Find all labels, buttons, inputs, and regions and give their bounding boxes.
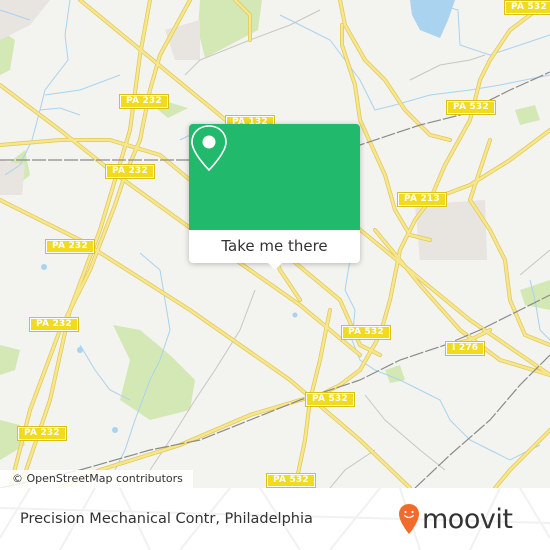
route-shield: PA 532 bbox=[341, 325, 391, 340]
route-shield: PA 232 bbox=[29, 317, 79, 332]
map-attribution[interactable]: © OpenStreetMap contributors bbox=[0, 470, 193, 488]
route-shield: PA 532 bbox=[446, 100, 496, 115]
route-shield: PA 232 bbox=[119, 94, 169, 109]
map-canvas[interactable]: PA 532 PA 232 PA 132 PA 532 PA 232 PA 21… bbox=[0, 0, 550, 488]
footer-bar: Precision Mechanical Contr, Philadelphia… bbox=[0, 488, 550, 550]
route-shield: PA 232 bbox=[105, 164, 155, 179]
map-pin-icon bbox=[191, 125, 227, 172]
place-name: Precision Mechanical Contr, Philadelphia bbox=[20, 511, 313, 527]
route-shield: PA 532 bbox=[266, 473, 316, 488]
route-shield: PA 232 bbox=[17, 426, 67, 441]
popup-header bbox=[189, 124, 360, 230]
moovit-pin-smile-icon bbox=[399, 504, 419, 534]
popup-pointer bbox=[267, 262, 283, 270]
route-shield: PA 232 bbox=[45, 239, 95, 254]
route-shield: PA 213 bbox=[397, 192, 447, 207]
take-me-there-button[interactable]: Take me there bbox=[189, 230, 360, 263]
route-shield: PA 532 bbox=[504, 0, 550, 15]
location-popup: Take me there bbox=[189, 124, 360, 270]
route-shield: PA 532 bbox=[305, 392, 355, 407]
route-shield: I 276 bbox=[444, 341, 486, 356]
moovit-wordmark: moovit bbox=[422, 504, 513, 535]
